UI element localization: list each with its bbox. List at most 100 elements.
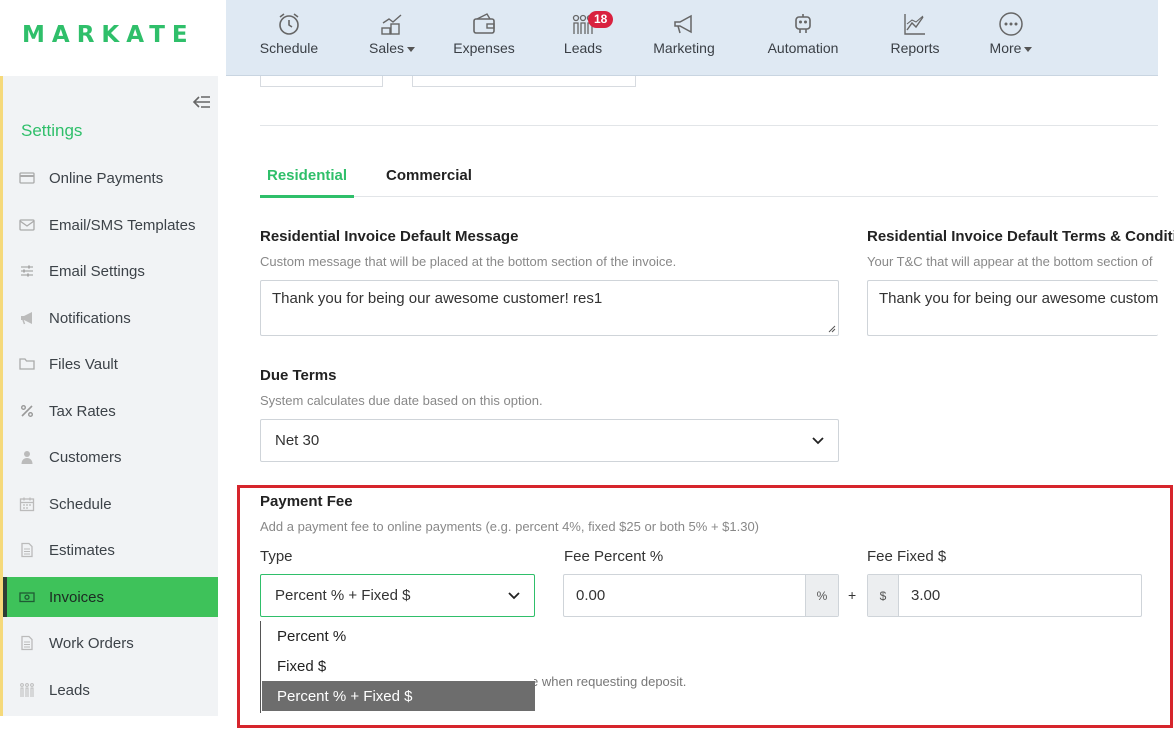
nav-sales[interactable]: Sales xyxy=(366,10,418,68)
clipped-field xyxy=(412,76,636,87)
chevron-down-icon xyxy=(508,591,520,599)
fee-type-value: Percent % + Fixed $ xyxy=(275,587,411,604)
sidebar-item-label: Email Settings xyxy=(49,262,145,280)
leads-count-badge: 18 xyxy=(588,11,614,28)
tab-residential[interactable]: Residential xyxy=(259,167,355,198)
dollar-addon: $ xyxy=(868,575,899,616)
document-icon xyxy=(21,542,33,558)
sidebar-item-label: Tax Rates xyxy=(49,402,116,420)
plus-sign: + xyxy=(848,587,857,603)
fee-fixed-input[interactable]: $ 3.00 xyxy=(867,574,1142,617)
tab-commercial[interactable]: Commercial xyxy=(386,167,472,184)
chevron-down-icon xyxy=(812,436,824,444)
sidebar-item-email-settings[interactable]: Email Settings xyxy=(3,251,218,291)
default-message-textarea[interactable]: Thank you for being our awesome customer… xyxy=(260,280,839,336)
nav-expenses[interactable]: Expenses xyxy=(452,10,516,68)
folder-icon xyxy=(19,358,35,370)
sidebar-item-label: Files Vault xyxy=(49,355,118,373)
sidebar-item-label: Email/SMS Templates xyxy=(49,216,196,234)
nav-marketing[interactable]: Marketing xyxy=(650,10,718,68)
sidebar-item-notifications[interactable]: Notifications xyxy=(3,298,218,338)
fee-percent-value: 0.00 xyxy=(576,587,606,604)
nav-marketing-label: Marketing xyxy=(653,40,715,56)
line-chart-icon xyxy=(904,14,925,35)
logo-area: MARKATE xyxy=(0,0,226,76)
sidebar-item-label: Schedule xyxy=(49,495,112,513)
fee-type-select[interactable]: Percent % + Fixed $ xyxy=(260,574,535,617)
customer-type-tabs: Residential Commercial xyxy=(259,163,1158,198)
people-icon xyxy=(20,683,34,697)
nav-more[interactable]: More xyxy=(986,10,1036,68)
envelope-icon xyxy=(19,219,35,231)
sidebar-item-schedule[interactable]: Schedule xyxy=(3,484,218,524)
fee-fixed-value: 3.00 xyxy=(911,587,941,604)
settings-sidebar: Settings Online Payments Email/SMS Templ… xyxy=(0,76,218,716)
nav-automation-label: Automation xyxy=(767,40,839,56)
nav-sales-label: Sales xyxy=(368,40,405,56)
chevron-down-icon xyxy=(407,46,416,52)
fee-type-option-percent-fixed[interactable]: Percent % + Fixed $ xyxy=(262,681,535,711)
resize-handle-icon[interactable] xyxy=(828,325,836,333)
sidebar-item-label: Online Payments xyxy=(49,169,164,187)
fee-fixed-label: Fee Fixed $ xyxy=(867,548,947,565)
fee-percent-label: Fee Percent % xyxy=(564,548,664,565)
sidebar-item-label: Notifications xyxy=(49,309,131,327)
due-terms-value: Net 30 xyxy=(275,432,320,449)
sidebar-item-files-vault[interactable]: Files Vault xyxy=(3,344,218,384)
robot-icon xyxy=(795,14,811,33)
coins-chart-icon xyxy=(381,14,402,35)
sidebar-item-label: Customers xyxy=(49,448,122,466)
default-terms-textarea[interactable]: Thank you for being our awesome custom xyxy=(867,280,1158,336)
sidebar-item-label: Invoices xyxy=(49,588,105,606)
sidebar-item-email-sms-templates[interactable]: Email/SMS Templates xyxy=(3,205,218,245)
sidebar-item-tax-rates[interactable]: Tax Rates xyxy=(3,391,218,431)
default-message-value: Thank you for being our awesome customer… xyxy=(272,290,603,307)
nav-leads-label: Leads xyxy=(563,40,603,56)
nav-automation[interactable]: Automation xyxy=(764,10,842,68)
due-terms-select[interactable]: Net 30 xyxy=(260,419,839,462)
wallet-icon xyxy=(473,13,495,34)
percent-addon: % xyxy=(805,575,838,616)
sidebar-item-online-payments[interactable]: Online Payments xyxy=(3,158,218,198)
default-terms-help: Your T&C that will appear at the bottom … xyxy=(867,254,1153,269)
collapse-sidebar-icon[interactable] xyxy=(191,92,213,112)
nav-schedule[interactable]: Schedule xyxy=(258,10,320,68)
more-dots-icon xyxy=(999,12,1023,36)
default-message-help: Custom message that will be placed at th… xyxy=(260,254,677,269)
brand-logo[interactable]: MARKATE xyxy=(22,22,195,48)
sidebar-item-label: Leads xyxy=(49,681,90,699)
nav-leads[interactable]: 18 Leads xyxy=(560,10,614,68)
divider xyxy=(260,125,1158,126)
chevron-down-icon xyxy=(1024,46,1033,52)
deposit-note: e when requesting deposit. xyxy=(531,674,687,689)
payment-fee-label: Payment Fee xyxy=(260,493,353,510)
top-navigation: MARKATE Schedule Sales Expenses 18 Leads… xyxy=(0,0,1158,76)
nav-more-label: More xyxy=(989,40,1022,56)
fee-type-option-percent[interactable]: Percent % xyxy=(262,621,535,651)
due-terms-help: System calculates due date based on this… xyxy=(260,393,543,408)
nav-reports-label: Reports xyxy=(890,40,940,56)
sidebar-item-label: Work Orders xyxy=(49,634,134,652)
sliders-icon xyxy=(21,265,33,277)
sidebar-item-estimates[interactable]: Estimates xyxy=(3,530,218,570)
nav-reports[interactable]: Reports xyxy=(888,10,942,68)
sidebar-item-invoices[interactable]: Invoices xyxy=(3,577,218,617)
calendar-icon xyxy=(19,497,35,512)
fee-type-label: Type xyxy=(260,548,293,565)
due-terms-label: Due Terms xyxy=(260,367,337,384)
fee-percent-input[interactable]: 0.00 % xyxy=(563,574,839,617)
default-terms-value: Thank you for being our awesome custom xyxy=(879,290,1158,307)
alarm-clock-icon xyxy=(279,13,299,35)
megaphone-icon xyxy=(21,312,32,325)
sidebar-item-work-orders[interactable]: Work Orders xyxy=(3,623,218,663)
payment-fee-help: Add a payment fee to online payments (e.… xyxy=(260,519,760,534)
app-window: MARKATE Schedule Sales Expenses 18 Leads… xyxy=(0,0,1174,730)
sidebar-item-customers[interactable]: Customers xyxy=(3,437,218,477)
megaphone-icon xyxy=(674,14,692,34)
fee-type-option-fixed[interactable]: Fixed $ xyxy=(262,651,535,681)
sidebar-item-leads[interactable]: Leads xyxy=(3,670,218,710)
clipped-field xyxy=(260,76,383,87)
user-icon xyxy=(21,451,33,464)
sidebar-title: Settings xyxy=(21,121,83,140)
credit-card-icon xyxy=(19,172,35,184)
